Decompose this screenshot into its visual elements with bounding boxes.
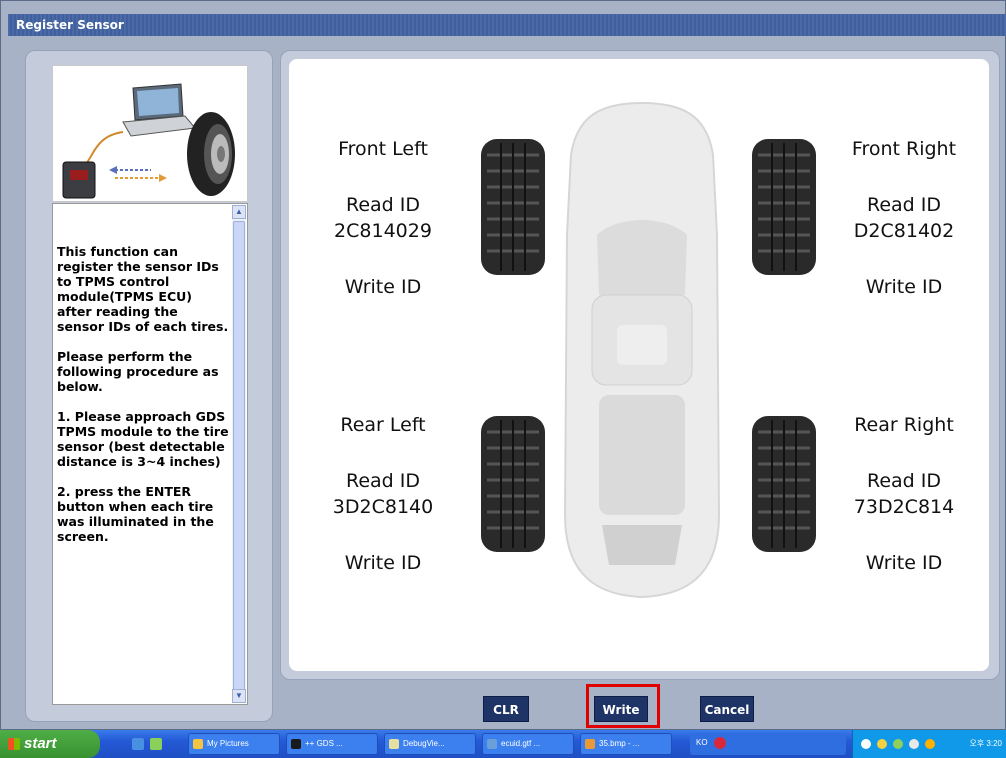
description-box[interactable]: This function can register the sensor ID… <box>52 203 248 705</box>
front-left-read-label: Read ID <box>345 194 420 216</box>
app-icon <box>291 739 301 749</box>
rear-left-name: Rear Left <box>340 414 426 436</box>
clr-button[interactable]: CLR <box>483 696 529 722</box>
app-icon <box>389 739 399 749</box>
rear-right-name: Rear Right <box>854 414 954 436</box>
task-my-pictures[interactable]: My Pictures <box>188 733 280 755</box>
description-scrollbar[interactable]: ▲ ▼ <box>232 205 246 703</box>
tpms-illustration <box>52 65 248 202</box>
window-title: Register Sensor <box>16 18 124 32</box>
front-left-write-label: Write ID <box>344 276 422 298</box>
task-gds[interactable]: ++ GDS ... <box>286 733 378 755</box>
write-button[interactable]: Write <box>594 696 648 722</box>
ime-icon <box>713 736 726 749</box>
rear-left-write-label: Write ID <box>344 552 422 574</box>
rear-right-read-value: 73D2C814 <box>853 496 955 518</box>
quicklaunch-icon[interactable] <box>150 738 162 750</box>
document-icon <box>487 739 497 749</box>
system-tray: 오후 3:20 <box>852 730 1006 758</box>
rear-right-read-label: Read ID <box>866 470 941 492</box>
start-label: start <box>24 735 57 752</box>
paint-icon <box>585 739 595 749</box>
tray-icon[interactable] <box>893 739 903 749</box>
front-left-name: Front Left <box>338 138 428 160</box>
task-debugview[interactable]: DebugVie... <box>384 733 476 755</box>
title-bar: Register Sensor <box>8 14 1006 36</box>
rear-right-tire[interactable] <box>750 414 818 554</box>
front-right-tire[interactable] <box>750 137 818 277</box>
start-button[interactable]: start <box>0 730 100 758</box>
tray-icon[interactable] <box>909 739 919 749</box>
rear-left-tire[interactable] <box>479 414 547 554</box>
front-right-write-label: Write ID <box>865 276 943 298</box>
front-right-read-label: Read ID <box>866 194 941 216</box>
task-ecuid[interactable]: ecuid.gtf ... <box>482 733 574 755</box>
front-right-read-value: D2C81402 <box>853 220 955 242</box>
windows-logo-icon <box>8 738 20 750</box>
scroll-thumb[interactable] <box>233 221 245 691</box>
front-right-name: Front Right <box>851 138 957 160</box>
tray-icon[interactable] <box>861 739 871 749</box>
cancel-button[interactable]: Cancel <box>700 696 754 722</box>
windows-taskbar: start My Pictures ++ GDS ... DebugVie...… <box>0 730 1006 758</box>
taskbar-clock[interactable]: 오후 3:20 <box>969 738 1002 749</box>
rear-left-read-value: 3D2C8140 <box>332 496 434 518</box>
language-bar[interactable]: KO <box>690 733 846 755</box>
car-silhouette <box>563 101 721 599</box>
front-left-tire[interactable] <box>479 137 547 277</box>
tray-icon[interactable] <box>925 739 935 749</box>
front-left-read-value: 2C814029 <box>334 220 432 242</box>
rear-left-read-label: Read ID <box>345 470 420 492</box>
scroll-up-icon[interactable]: ▲ <box>232 205 246 219</box>
folder-icon <box>193 739 203 749</box>
tray-icon[interactable] <box>877 739 887 749</box>
task-35-bmp[interactable]: 35.bmp - ... <box>580 733 672 755</box>
rear-right-write-label: Write ID <box>865 552 943 574</box>
ie-icon[interactable] <box>132 738 144 750</box>
description-text: This function can register the sensor ID… <box>57 244 229 544</box>
scroll-down-icon[interactable]: ▼ <box>232 689 246 703</box>
